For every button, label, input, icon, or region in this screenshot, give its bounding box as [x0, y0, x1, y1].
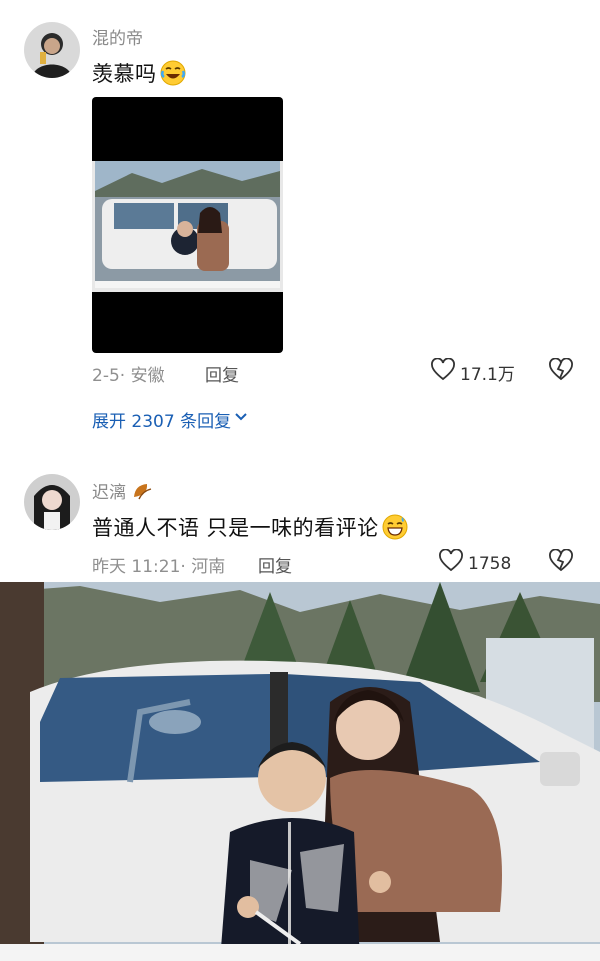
comment-image[interactable]	[92, 97, 283, 353]
laughing-tears-emoji-icon	[160, 60, 186, 91]
large-photo[interactable]	[0, 582, 600, 961]
avatar[interactable]	[24, 22, 80, 78]
chevron-down-icon	[233, 409, 249, 430]
heart-icon	[438, 548, 464, 578]
broken-heart-icon[interactable]	[548, 357, 574, 386]
username[interactable]: 迟漓	[92, 478, 153, 506]
expand-replies-link[interactable]: 展开 2307 条回复	[92, 407, 249, 432]
avatar[interactable]	[24, 474, 80, 530]
comment-text-content: 羡慕吗	[92, 62, 157, 86]
like-count: 1758	[468, 553, 512, 574]
comment-meta: 昨天 11:21· 河南	[92, 557, 226, 577]
grinning-sweat-emoji-icon	[382, 514, 408, 545]
reply-button[interactable]: 回复	[258, 552, 292, 577]
username-text: 迟漓	[92, 483, 126, 503]
comment-text-content: 普通人不语 只是一味的看评论	[92, 516, 379, 540]
comment-meta: 2-5· 安徽	[92, 366, 165, 386]
like-button[interactable]: 17.1万	[430, 357, 515, 387]
reply-button[interactable]: 回复	[205, 361, 239, 386]
expand-replies-label: 展开 2307 条回复	[92, 412, 232, 432]
username[interactable]: 混的帝	[92, 24, 143, 49]
leaf-badge-icon	[131, 481, 153, 506]
comment-text: 羡慕吗	[92, 58, 186, 91]
broken-heart-icon[interactable]	[548, 548, 574, 577]
heart-icon	[430, 357, 456, 387]
comment-text: 普通人不语 只是一味的看评论	[92, 512, 408, 545]
like-button[interactable]: 1758	[438, 548, 512, 578]
like-count: 17.1万	[460, 365, 515, 385]
